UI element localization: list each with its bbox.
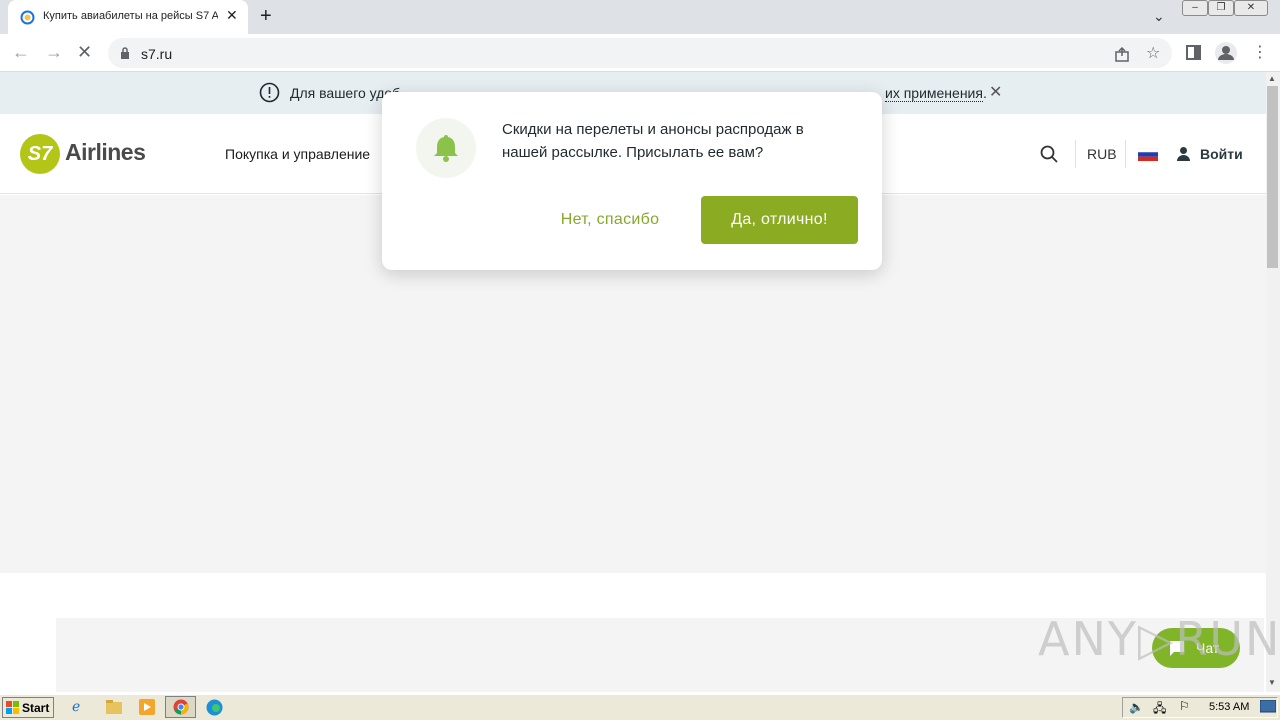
tab-search-chevron-icon[interactable]: ⌄ bbox=[1153, 8, 1165, 25]
new-tab-button[interactable]: + bbox=[260, 5, 272, 28]
s7-logo-mark[interactable]: S7 bbox=[20, 134, 60, 174]
back-arrow-icon[interactable]: ← bbox=[12, 42, 30, 63]
windows-taskbar: Start ℯ 🔈 🖧 ⚐ 5:53 AM bbox=[0, 694, 1280, 720]
decline-button[interactable]: Нет, спасибо bbox=[552, 196, 668, 244]
browser-tabstrip: Купить авиабилеты на рейсы S7 Airlines ✕… bbox=[0, 0, 1280, 34]
header-divider bbox=[1125, 140, 1126, 168]
url-text: s7.ru bbox=[141, 46, 173, 62]
bell-icon bbox=[434, 135, 458, 162]
windows-logo-icon bbox=[6, 701, 19, 714]
user-icon[interactable] bbox=[1176, 146, 1191, 161]
side-panel-icon[interactable] bbox=[1186, 45, 1201, 60]
chrome-taskbar-button[interactable] bbox=[165, 696, 196, 718]
tab-close-icon[interactable]: ✕ bbox=[226, 7, 238, 24]
volume-icon[interactable]: 🔈 bbox=[1129, 700, 1144, 714]
scroll-down-arrow-icon[interactable]: ▼ bbox=[1268, 678, 1276, 687]
loading-favicon-icon bbox=[20, 10, 35, 25]
lock-icon bbox=[121, 47, 129, 59]
cookie-close-icon[interactable]: ✕ bbox=[989, 82, 1002, 102]
menu-kebab-icon[interactable]: ⋮ bbox=[1252, 42, 1268, 62]
restore-button[interactable]: ❐ bbox=[1208, 0, 1234, 16]
folder-icon[interactable] bbox=[106, 700, 122, 714]
subscription-modal: Скидки на перелеты и анонсы распродаж в … bbox=[382, 92, 882, 270]
accept-button[interactable]: Да, отлично! bbox=[701, 196, 858, 244]
show-desktop-icon[interactable] bbox=[1260, 700, 1276, 714]
info-exclamation-icon bbox=[259, 82, 280, 103]
forward-arrow-icon[interactable]: → bbox=[45, 42, 63, 63]
scrollbar-thumb[interactable] bbox=[1267, 86, 1278, 268]
anyrun-watermark: ANY▷RUN bbox=[1038, 612, 1280, 666]
share-icon[interactable] bbox=[1114, 46, 1130, 62]
minimize-button[interactable]: ‒ bbox=[1182, 0, 1208, 16]
address-bar[interactable]: s7.ru ☆ bbox=[108, 38, 1172, 68]
network-icon[interactable]: 🖧 bbox=[1153, 699, 1166, 720]
browser-toolbar: ← → ✕ s7.ru ☆ ⋮ bbox=[0, 34, 1280, 72]
russia-flag-icon[interactable] bbox=[1138, 148, 1158, 161]
stop-loading-icon[interactable]: ✕ bbox=[77, 42, 92, 63]
bell-badge bbox=[416, 118, 476, 178]
start-label: Start bbox=[22, 701, 50, 715]
chrome-icon bbox=[173, 699, 189, 715]
login-link[interactable]: Войти bbox=[1200, 146, 1243, 162]
cookie-policy-link[interactable]: их применения bbox=[885, 85, 983, 102]
scroll-up-arrow-icon[interactable]: ▲ bbox=[1268, 74, 1276, 83]
nav-purchase-manage[interactable]: Покупка и управление bbox=[225, 146, 370, 162]
edge-icon[interactable] bbox=[206, 699, 223, 716]
cookie-period: . bbox=[982, 85, 987, 101]
ie-icon[interactable]: ℯ bbox=[72, 698, 80, 715]
system-tray: 🔈 🖧 ⚐ 5:53 AM bbox=[1122, 697, 1278, 718]
browser-tab[interactable]: Купить авиабилеты на рейсы S7 Airlines ✕ bbox=[8, 0, 248, 34]
s7-logo-text[interactable]: Airlines bbox=[65, 139, 146, 166]
clock: 5:53 AM bbox=[1209, 701, 1250, 713]
profile-avatar-icon[interactable] bbox=[1214, 41, 1238, 65]
cookie-policy-link-wrap: их применения. bbox=[885, 85, 987, 102]
close-window-button[interactable]: ✕ bbox=[1234, 0, 1268, 16]
bookmark-star-icon[interactable]: ☆ bbox=[1146, 43, 1160, 63]
flag-notification-icon[interactable]: ⚐ bbox=[1179, 699, 1190, 713]
header-divider bbox=[1075, 140, 1076, 168]
search-icon[interactable] bbox=[1040, 145, 1058, 163]
subscription-message: Скидки на перелеты и анонсы распродаж в … bbox=[502, 121, 804, 161]
currency-selector[interactable]: RUB bbox=[1087, 146, 1117, 162]
tab-title: Купить авиабилеты на рейсы S7 Airlines bbox=[43, 10, 218, 22]
media-player-icon[interactable] bbox=[139, 699, 155, 715]
start-button[interactable]: Start bbox=[2, 697, 54, 718]
